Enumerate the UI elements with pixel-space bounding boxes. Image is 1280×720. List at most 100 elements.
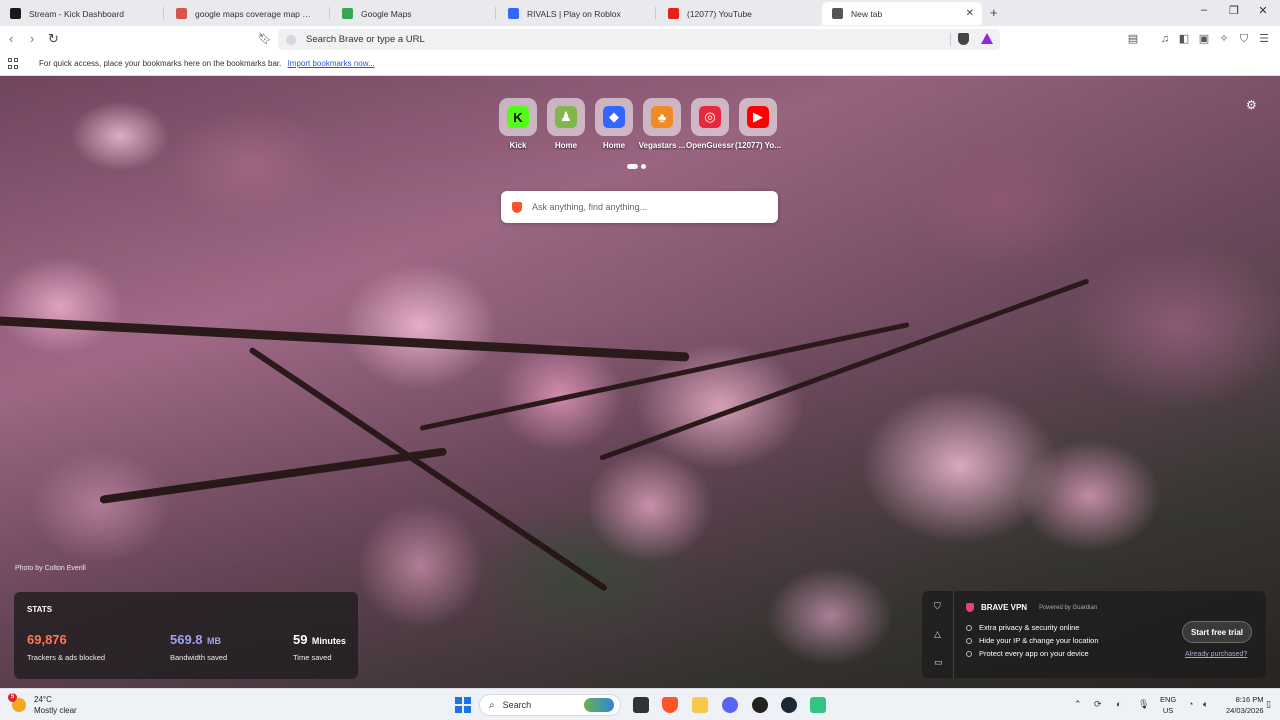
vpn-feature: Hide your IP & change your location — [979, 636, 1099, 645]
taskbar-search[interactable]: ⌕ Search — [479, 694, 621, 716]
weather-widget[interactable]: 5 24°C Mostly clear — [8, 693, 77, 716]
pager-dot-active[interactable] — [627, 164, 638, 169]
brave-taskbar-icon[interactable] — [662, 697, 678, 713]
file-explorer-icon[interactable] — [692, 697, 708, 713]
windows-taskbar: 5 24°C Mostly clear ⌕ Search ⌃ ⟳ ◐ 🎙︎ EN… — [0, 688, 1280, 720]
sync-icon[interactable]: ⟳ — [1094, 699, 1102, 710]
restore-button[interactable]: ❐ — [1224, 4, 1244, 17]
weather-temp: 24°C — [34, 695, 52, 704]
sidebar-icon[interactable]: ◧ — [1178, 33, 1190, 45]
media-icon[interactable]: ♫ — [1159, 33, 1171, 45]
browser-tab[interactable]: RIVALS | Play on Roblox — [498, 2, 650, 25]
language-indicator[interactable]: ENG US — [1160, 694, 1176, 716]
volume-icon[interactable]: 🔈︎ — [1203, 699, 1208, 710]
google-maps-icon — [342, 8, 353, 19]
tray-app-icon[interactable]: ◐ — [1116, 699, 1121, 709]
obs-icon[interactable] — [752, 697, 768, 713]
youtube-icon: ▶ — [747, 106, 769, 128]
windows-start-icon[interactable] — [455, 697, 471, 713]
weather-desc: Mostly clear — [34, 706, 77, 715]
kick-icon: K — [507, 106, 529, 128]
vpn-widget: ⛉ △ ▭ BRAVE VPN Powered by Guardian Extr… — [922, 591, 1266, 678]
browser-tab[interactable]: Stream - Kick Dashboard — [0, 2, 160, 25]
bandwidth-value: 569.8 — [170, 632, 203, 647]
vpn-icon[interactable]: ⛉ — [1238, 33, 1250, 45]
tray-overflow-icon[interactable]: ⌃ — [1074, 699, 1082, 710]
site-info-icon[interactable] — [286, 34, 296, 45]
clock-date: 24/03/2026 — [1226, 706, 1264, 715]
bandwidth-label: Bandwidth saved — [170, 653, 228, 662]
reload-icon[interactable]: ↻ — [48, 31, 59, 47]
start-free-trial-button[interactable]: Start free trial — [1182, 621, 1252, 643]
minimize-button[interactable]: – — [1194, 4, 1214, 16]
microphone-icon[interactable]: 🎙︎ — [1138, 699, 1149, 710]
notifications-icon[interactable]: ▯ — [1266, 699, 1271, 710]
apps-grid-icon[interactable] — [8, 58, 19, 69]
rewards-tab-icon[interactable]: △ — [934, 629, 941, 640]
brave-search-icon — [176, 8, 187, 19]
brave-shields-icon[interactable] — [958, 33, 969, 45]
forward-icon[interactable]: › — [30, 31, 34, 46]
ask-search-box[interactable]: Ask anything, find anything... — [501, 191, 778, 223]
roblox-icon: ◆ — [603, 106, 625, 128]
pager-dot[interactable] — [641, 164, 646, 169]
top-site-name: OpenGuessr — [685, 141, 734, 150]
time-unit: Minutes — [311, 636, 346, 646]
stat-bandwidth: 569.8 MB Bandwidth saved — [170, 631, 227, 662]
cards-tab-icon[interactable]: ▭ — [934, 657, 943, 668]
time-label: Time saved — [293, 653, 332, 662]
widget-switcher: ⛉ △ ▭ — [922, 591, 954, 678]
brave-rewards-icon[interactable] — [981, 33, 993, 44]
vpn-tab-icon[interactable]: ⛉ — [934, 601, 941, 612]
discord-icon[interactable] — [722, 697, 738, 713]
top-site-name: Home — [554, 141, 578, 150]
new-tab-page: ⚙︎ K Kick ♟ Home ◆ Home ♣ Vegastars ... ◎ OpenGue… — [0, 76, 1280, 688]
roblox-icon — [508, 8, 519, 19]
customize-gear-icon[interactable]: ⚙︎ — [1246, 98, 1257, 112]
menu-icon[interactable]: ☰ — [1258, 33, 1270, 45]
browser-toolbar: ‹ › ↻ 🔖︎ Search Brave or type a URL ▤ ♫ … — [0, 26, 1280, 53]
address-text: Search Brave or type a URL — [306, 34, 425, 45]
time-value: 59 — [293, 632, 308, 647]
bandwidth-unit: MB — [207, 636, 221, 646]
leo-ai-icon[interactable]: ✧ — [1218, 33, 1230, 45]
stats-widget: STATS 69,876 Trackers & ads blocked 569.… — [14, 592, 358, 679]
browser-tab[interactable]: google maps coverage map world - — [166, 2, 324, 25]
browser-tab[interactable]: New tab ✕ — [822, 2, 982, 25]
stat-blocked: 69,876 Trackers & ads blocked — [27, 631, 105, 662]
top-site-icon-box: ♟ — [547, 98, 585, 136]
browser-tab[interactable]: Google Maps — [332, 2, 490, 25]
back-icon[interactable]: ‹ — [9, 31, 13, 46]
new-tab-button[interactable]: + — [990, 5, 998, 20]
kick-icon — [10, 8, 21, 19]
notepad-icon[interactable] — [810, 697, 826, 713]
close-tab-icon[interactable]: ✕ — [966, 8, 974, 19]
tab-title: (12077) YouTube — [687, 8, 752, 19]
system-clock[interactable]: 8:16 PM 24/03/2026 — [1226, 694, 1264, 716]
close-window-button[interactable]: ✕ — [1253, 4, 1273, 17]
check-icon — [966, 624, 972, 631]
already-purchased-link[interactable]: Already purchased? — [1185, 651, 1247, 658]
tab-search-icon[interactable]: ▤ — [1127, 33, 1139, 45]
top-site-tile[interactable]: ◎ OpenGuessr — [686, 98, 734, 150]
top-site-name: Vegastars ... — [638, 141, 686, 150]
clock-time: 8:16 PM — [1235, 695, 1264, 704]
top-site-tile[interactable]: ♣ Vegastars ... — [639, 98, 685, 150]
vpn-shield-icon — [966, 603, 974, 612]
address-bar[interactable]: Search Brave or type a URL — [278, 29, 1000, 50]
top-site-tile[interactable]: ▶ (12077) Yo... — [735, 98, 781, 150]
import-bookmarks-link[interactable]: Import bookmarks now... — [288, 59, 375, 68]
top-site-tile[interactable]: K Kick — [498, 98, 538, 150]
task-view-icon[interactable] — [633, 697, 649, 713]
bookmark-icon[interactable]: 🔖︎ — [258, 33, 272, 45]
top-site-tile[interactable]: ♟ Home — [546, 98, 586, 150]
bookmarks-bar: For quick access, place your bookmarks h… — [0, 53, 1280, 76]
top-site-icon-box: ▶ — [739, 98, 777, 136]
wifi-icon[interactable]: ◔ — [1188, 699, 1193, 709]
top-site-tile[interactable]: ◆ Home — [594, 98, 634, 150]
browser-tab[interactable]: (12077) YouTube — [658, 2, 814, 25]
wallet-icon[interactable]: ▣ — [1198, 33, 1210, 45]
lang-top: ENG — [1160, 695, 1177, 704]
steam-icon[interactable] — [781, 697, 797, 713]
tab-title: Stream - Kick Dashboard — [29, 8, 124, 19]
